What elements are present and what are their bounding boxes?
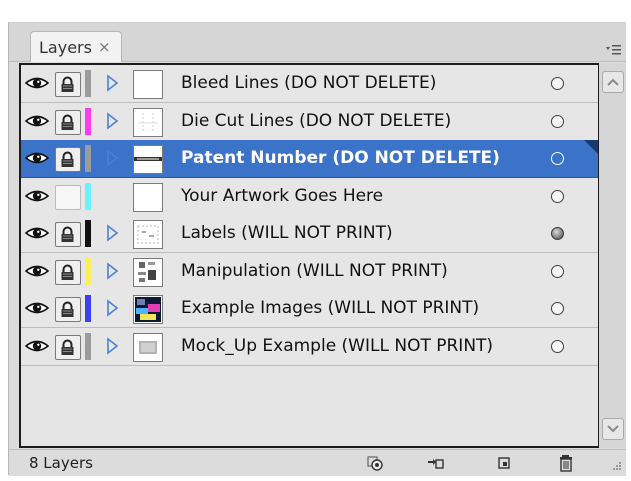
layer-name[interactable]: Mock_Up Example (WILL NOT PRINT) — [181, 336, 493, 356]
vertical-scrollbar[interactable] — [599, 63, 626, 448]
layer-color-swatch — [85, 220, 91, 247]
expand-triangle-icon[interactable] — [106, 262, 120, 280]
tab-close-icon[interactable]: × — [98, 38, 111, 56]
layer-row[interactable]: Bleed Lines (DO NOT DELETE) — [21, 65, 598, 103]
lock-icon[interactable] — [55, 260, 81, 285]
layer-color-swatch — [85, 145, 91, 172]
layer-row[interactable]: Manipulation (WILL NOT PRINT) — [21, 253, 598, 291]
layer-thumbnail — [133, 258, 163, 287]
layer-count: 8 Layers — [29, 454, 93, 472]
layer-thumbnail — [133, 70, 163, 99]
tab-layers[interactable]: Layers × — [30, 31, 122, 62]
visibility-eye-icon[interactable] — [24, 262, 50, 280]
delete-layer-icon[interactable] — [557, 454, 575, 472]
expand-triangle-icon[interactable] — [106, 74, 120, 92]
lock-icon[interactable] — [55, 72, 81, 97]
layer-row[interactable]: Example Images (WILL NOT PRINT) — [21, 290, 598, 328]
layer-list: Bleed Lines (DO NOT DELETE) Die Cut Lines… — [19, 63, 600, 448]
expand-triangle-icon[interactable] — [106, 149, 120, 167]
scroll-down-button[interactable] — [602, 418, 624, 440]
chevron-down-icon — [607, 425, 619, 433]
layer-row[interactable]: Patent Number (DO NOT DELETE) — [21, 140, 598, 178]
visibility-eye-icon[interactable] — [24, 337, 50, 355]
visibility-eye-icon[interactable] — [24, 224, 50, 242]
target-circle-icon[interactable] — [551, 265, 564, 278]
lock-icon[interactable] — [55, 110, 81, 135]
target-circle-icon[interactable] — [551, 302, 564, 315]
layer-name[interactable]: Patent Number (DO NOT DELETE) — [181, 148, 500, 168]
scroll-up-button[interactable] — [602, 71, 624, 93]
visibility-eye-icon[interactable] — [24, 149, 50, 167]
resize-grip-icon[interactable] — [608, 458, 622, 472]
create-new-layer-icon[interactable] — [495, 454, 513, 472]
lock-icon[interactable] — [55, 297, 81, 322]
panel-footer: 8 Layers — [9, 449, 626, 476]
tab-layers-label: Layers — [39, 37, 92, 57]
expand-triangle-icon[interactable] — [106, 299, 120, 317]
layer-thumbnail — [133, 183, 163, 212]
visibility-eye-icon[interactable] — [24, 74, 50, 92]
lock-toggle-empty[interactable] — [55, 185, 81, 210]
layer-row[interactable]: Your Artwork Goes Here — [21, 178, 598, 216]
expand-triangle-icon[interactable] — [106, 112, 120, 130]
target-circle-icon[interactable] — [551, 77, 564, 90]
target-circle-icon[interactable] — [551, 152, 564, 165]
layer-name[interactable]: Example Images (WILL NOT PRINT) — [181, 298, 479, 318]
layer-thumbnail — [133, 145, 163, 174]
visibility-eye-icon[interactable] — [24, 187, 50, 205]
layer-name[interactable]: Bleed Lines (DO NOT DELETE) — [181, 73, 436, 93]
expand-triangle-icon[interactable] — [106, 224, 120, 242]
layer-row[interactable]: Labels (WILL NOT PRINT) — [21, 215, 598, 253]
layer-thumbnail — [133, 108, 163, 137]
chevron-up-icon — [607, 78, 619, 86]
layer-color-swatch — [85, 70, 91, 97]
visibility-eye-icon[interactable] — [24, 299, 50, 317]
lock-icon[interactable] — [55, 222, 81, 247]
create-new-sublayer-icon[interactable] — [427, 454, 445, 472]
layer-name[interactable]: Die Cut Lines (DO NOT DELETE) — [181, 111, 451, 131]
layer-name[interactable]: Manipulation (WILL NOT PRINT) — [181, 261, 448, 281]
target-circle-icon[interactable] — [551, 227, 564, 240]
target-circle-icon[interactable] — [551, 190, 564, 203]
lock-icon[interactable] — [55, 335, 81, 360]
layer-row[interactable]: Die Cut Lines (DO NOT DELETE) — [21, 103, 598, 141]
panel-menu-icon[interactable] — [604, 43, 622, 57]
layers-panel: Layers × Bleed Lines (DO NOT DELETE) Die … — [8, 22, 626, 476]
panel-tab-bar: Layers × — [9, 23, 626, 62]
layer-thumbnail — [133, 295, 163, 324]
layer-thumbnail — [133, 220, 163, 249]
target-circle-icon[interactable] — [551, 340, 564, 353]
layer-name[interactable]: Your Artwork Goes Here — [181, 186, 383, 206]
stage: Layers × Bleed Lines (DO NOT DELETE) Die … — [0, 0, 631, 481]
layer-row[interactable]: Mock_Up Example (WILL NOT PRINT) — [21, 328, 598, 366]
layer-color-swatch — [85, 183, 91, 210]
visibility-eye-icon[interactable] — [24, 112, 50, 130]
layer-color-swatch — [85, 295, 91, 322]
layer-color-swatch — [85, 333, 91, 360]
layer-color-swatch — [85, 258, 91, 285]
make-clipping-mask-icon[interactable] — [366, 454, 384, 472]
selection-indicator-icon — [584, 140, 598, 154]
layer-color-swatch — [85, 108, 91, 135]
layer-thumbnail — [133, 333, 163, 362]
layer-name[interactable]: Labels (WILL NOT PRINT) — [181, 223, 393, 243]
lock-icon[interactable] — [55, 147, 81, 172]
target-circle-icon[interactable] — [551, 115, 564, 128]
expand-triangle-icon[interactable] — [106, 337, 120, 355]
